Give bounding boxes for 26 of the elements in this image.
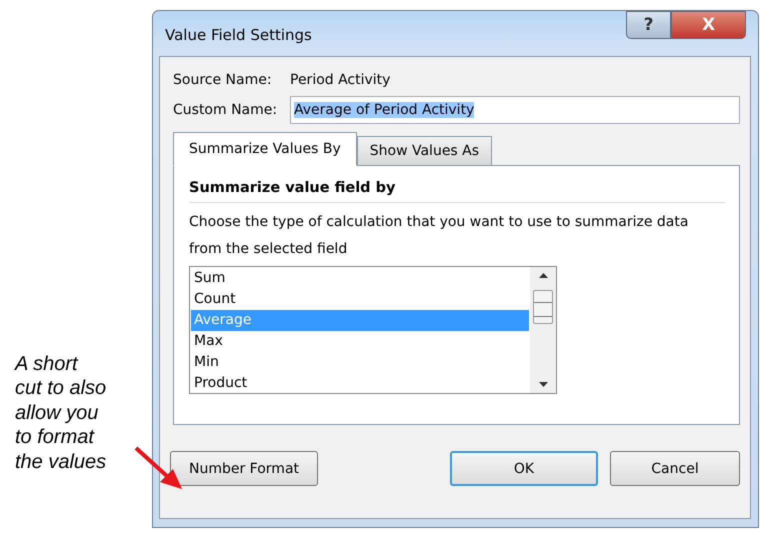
list-item[interactable]: Product xyxy=(191,373,529,394)
tab[interactable]: Summarize Values By xyxy=(173,132,357,166)
tab[interactable]: Show Values As xyxy=(356,136,492,166)
scroll-up-icon[interactable] xyxy=(538,273,548,278)
field-value: Period Activity xyxy=(290,72,390,88)
scrollbar[interactable] xyxy=(530,267,556,393)
ok-button[interactable]: OK xyxy=(450,451,598,486)
list-item[interactable]: Max xyxy=(191,331,529,352)
description-text: Choose the type of calculation that you want to use to summarize data from the selected field xyxy=(189,213,690,259)
list-item[interactable]: Sum xyxy=(191,268,529,289)
arrow-icon xyxy=(134,446,184,490)
annotation-text: A short cut to also allow you to format the values xyxy=(15,352,108,474)
help-button[interactable]: ? xyxy=(626,11,671,39)
field-label: Source Name: xyxy=(173,72,273,88)
list-item[interactable]: Count xyxy=(191,289,529,310)
field-label: Custom Name: xyxy=(173,102,278,118)
cancel-button[interactable]: Cancel xyxy=(610,451,740,486)
window-title: Value Field Settings xyxy=(165,26,312,44)
list-item[interactable]: Min xyxy=(191,352,529,373)
calculation-list[interactable]: Sum Count Average Max Min Product xyxy=(189,266,557,394)
custom-name-field[interactable]: Average of Period Activity xyxy=(290,96,740,124)
scroll-down-icon[interactable] xyxy=(538,382,548,387)
section-heading: Summarize value field by xyxy=(189,180,396,196)
number-format-button[interactable]: Number Format xyxy=(170,451,318,486)
close-button[interactable]: X xyxy=(671,11,746,39)
scroll-thumb[interactable] xyxy=(533,290,553,324)
